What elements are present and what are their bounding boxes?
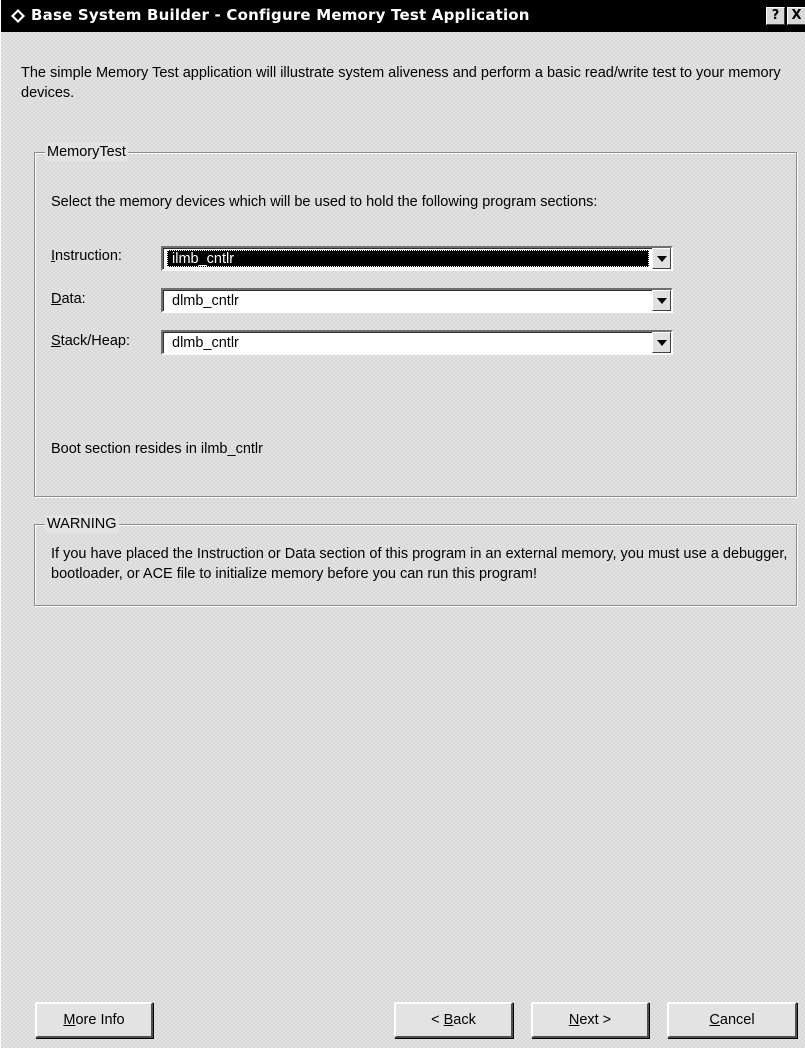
stack-heap-select-value: dlmb_cntlr (172, 335, 239, 351)
instruction-select[interactable]: ilmb_cntlr (161, 246, 673, 271)
close-button[interactable]: X (787, 7, 805, 25)
warning-group: WARNING If you have placed the Instructi… (34, 515, 797, 606)
title-bar: Base System Builder - Configure Memory T… (1, 0, 805, 32)
memory-test-legend: MemoryTest (45, 143, 128, 161)
instruction-select-value: ilmb_cntlr (172, 251, 235, 267)
cancel-button[interactable]: Cancel (667, 1002, 797, 1038)
data-dropdown-arrow-icon[interactable] (652, 290, 671, 311)
stack-heap-dropdown-arrow-icon[interactable] (652, 332, 671, 353)
window-title: Base System Builder - Configure Memory T… (31, 6, 530, 24)
data-select[interactable]: dlmb_cntlr (161, 288, 673, 313)
memory-select-description: Select the memory devices which will be … (51, 194, 598, 210)
intro-text: The simple Memory Test application will … (21, 65, 781, 101)
memory-test-group: MemoryTest Select the memory devices whi… (34, 143, 797, 497)
more-info-button[interactable]: More Info (35, 1002, 153, 1038)
stack-heap-select[interactable]: dlmb_cntlr (161, 330, 673, 355)
back-button[interactable]: < Back (394, 1002, 513, 1038)
stack-heap-label: Stack/Heap: (51, 333, 130, 349)
instruction-label: Instruction: (51, 248, 122, 264)
warning-text: If you have placed the Instruction or Da… (51, 546, 788, 582)
data-select-value: dlmb_cntlr (172, 293, 239, 309)
data-label: Data: (51, 291, 86, 307)
dialog-window: Base System Builder - Configure Memory T… (0, 0, 805, 1048)
warning-legend: WARNING (45, 515, 119, 533)
instruction-dropdown-arrow-icon[interactable] (652, 248, 671, 269)
boot-section-text: Boot section resides in ilmb_cntlr (51, 441, 263, 457)
next-button[interactable]: Next > (531, 1002, 649, 1038)
help-button[interactable]: ? (766, 7, 785, 25)
app-icon (11, 9, 25, 23)
